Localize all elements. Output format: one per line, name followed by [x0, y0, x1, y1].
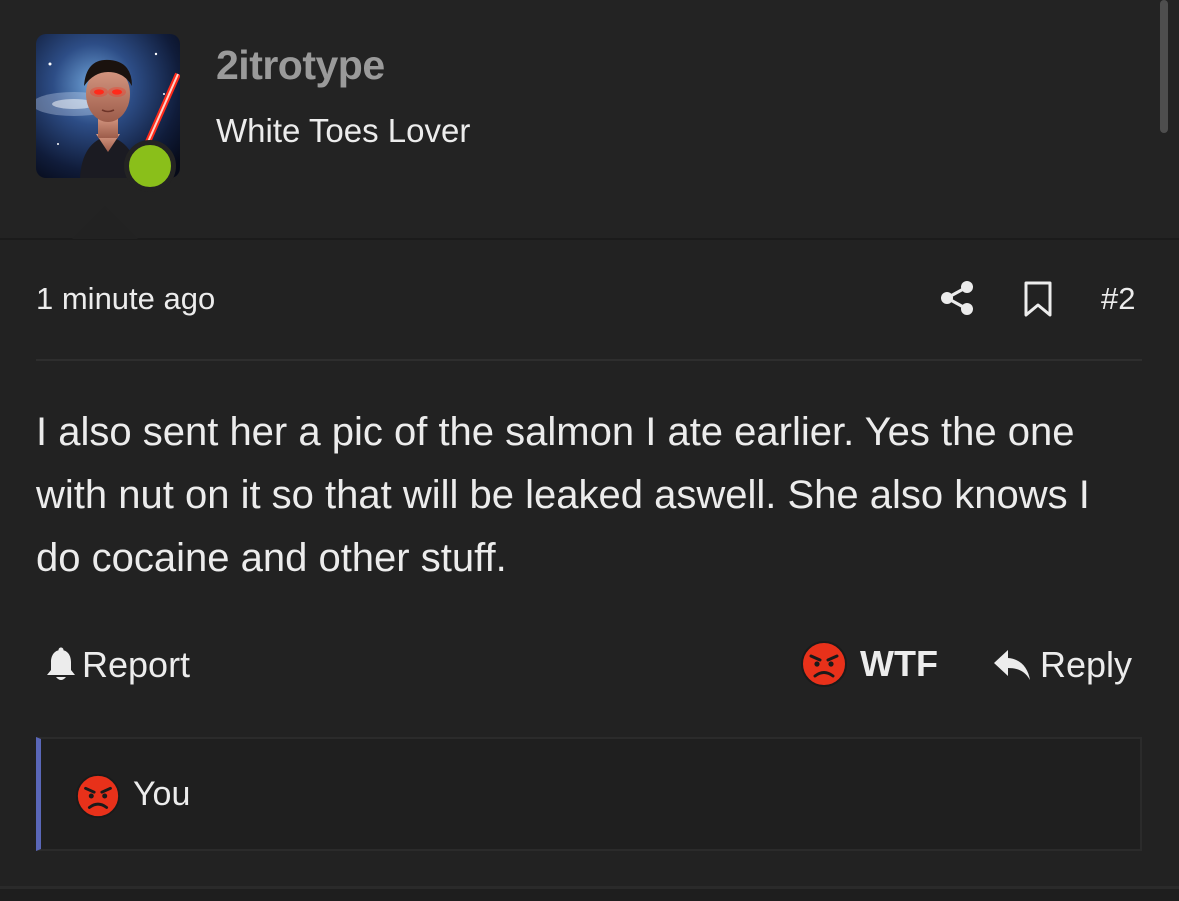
header-pointer — [72, 206, 138, 239]
post-user-header: 2itrotype White Toes Lover — [0, 0, 1179, 240]
scrollbar-thumb[interactable] — [1160, 0, 1168, 133]
post-timestamp[interactable]: 1 minute ago — [36, 281, 215, 317]
next-post-edge — [0, 889, 1179, 901]
post-number-link[interactable]: #2 — [1101, 281, 1135, 317]
reply-icon — [994, 650, 1030, 680]
online-status-indicator — [124, 140, 176, 192]
share-icon[interactable] — [938, 279, 976, 317]
post-author-username[interactable]: 2itrotype — [216, 42, 385, 89]
reactions-summary-bar[interactable]: You — [36, 737, 1142, 851]
reply-label: Reply — [1040, 644, 1133, 685]
reaction-button[interactable]: WTF — [800, 638, 938, 690]
bookmark-icon[interactable] — [1022, 281, 1054, 317]
reaction-label: WTF — [860, 643, 938, 684]
angry-face-icon — [801, 641, 847, 687]
report-label: Report — [82, 644, 191, 685]
bell-icon — [47, 647, 75, 680]
forum-post-page: 2itrotype White Toes Lover 1 minute ago … — [0, 0, 1179, 901]
post-meta-divider — [36, 359, 1142, 361]
angry-face-icon — [75, 773, 121, 819]
post-message-text: I also sent her a pic of the salmon I at… — [36, 410, 1090, 580]
report-button[interactable]: Report — [44, 643, 190, 687]
reply-button[interactable]: Reply — [992, 643, 1132, 687]
reactions-summary-text: You — [133, 775, 191, 813]
post-author-title: White Toes Lover — [216, 112, 471, 149]
